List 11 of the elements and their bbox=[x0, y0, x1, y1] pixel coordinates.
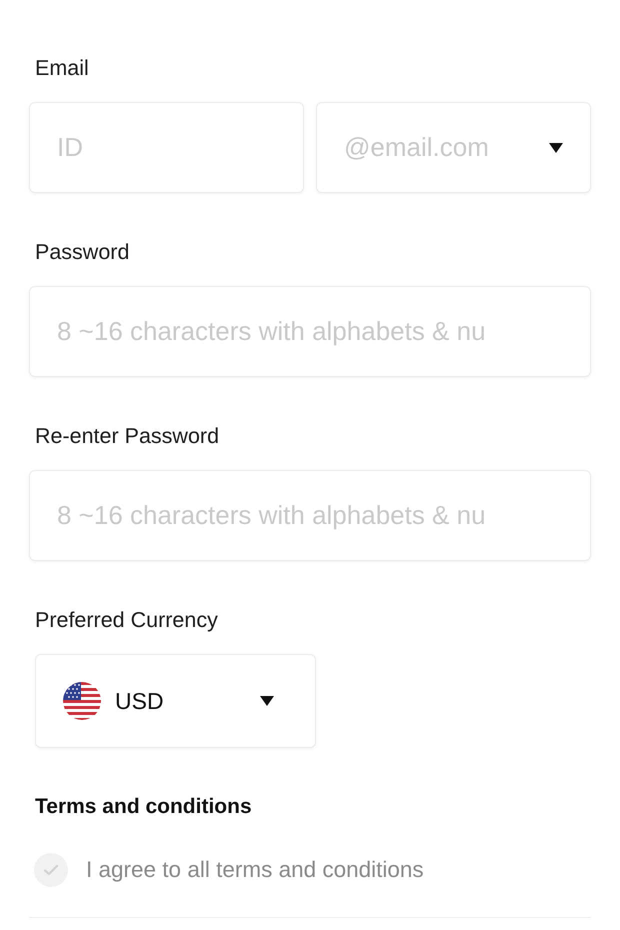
terms-heading: Terms and conditions bbox=[34, 795, 252, 819]
caret-icon bbox=[549, 142, 563, 152]
flag-icon bbox=[63, 682, 101, 720]
email-label: Email bbox=[34, 56, 89, 80]
caret-icon bbox=[260, 696, 274, 706]
currency-label: Preferred Currency bbox=[34, 608, 218, 632]
password-label: Password bbox=[34, 240, 130, 264]
currency-dropdown[interactable]: USD bbox=[35, 654, 316, 748]
agree-label[interactable]: I agree to all terms and conditions bbox=[86, 857, 424, 883]
agree-checkbox[interactable] bbox=[34, 853, 68, 887]
confirm-password-label: Re-enter Password bbox=[34, 424, 220, 448]
